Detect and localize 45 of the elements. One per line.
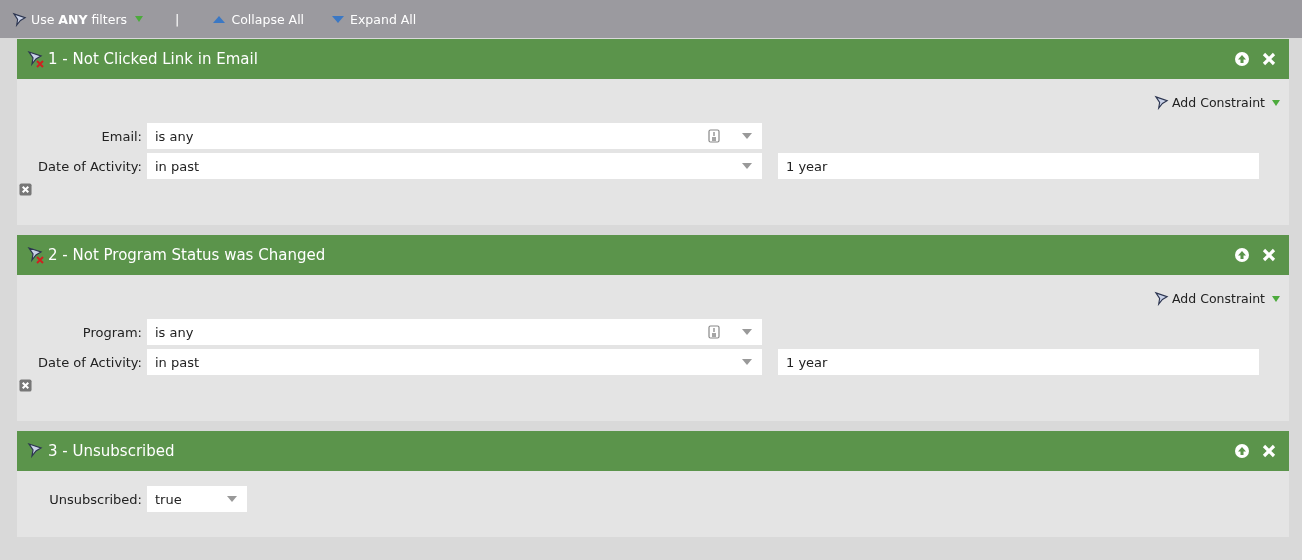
add-constraint-menu[interactable]: Add Constraint	[1154, 95, 1280, 110]
funnel-icon	[12, 11, 27, 27]
value-field[interactable]: 1 year	[778, 153, 1259, 179]
caret-icon	[742, 133, 752, 139]
value-field[interactable]: 1 year	[778, 349, 1259, 375]
picker-icon[interactable]	[708, 325, 720, 339]
select-value: is any	[155, 324, 195, 340]
caret-icon	[742, 359, 752, 365]
funnel-icon	[1154, 95, 1169, 110]
select-value: true	[155, 491, 183, 507]
remove-icon[interactable]	[19, 379, 32, 392]
field-label: Date of Activity:	[37, 354, 143, 370]
filter-title: 2 - Not Program Status was Changed	[48, 246, 326, 264]
close-icon[interactable]	[1261, 51, 1277, 67]
close-icon[interactable]	[1261, 443, 1277, 459]
field-label: Email:	[100, 128, 143, 144]
move-up-icon[interactable]	[1234, 443, 1250, 459]
picker-icon[interactable]	[708, 129, 720, 143]
select-value: is any	[155, 128, 195, 144]
select-field[interactable]: is any	[147, 319, 762, 345]
filter-title: 1 - Not Clicked Link in Email	[48, 50, 258, 68]
field-label: Program:	[81, 324, 143, 340]
dropdown-icon	[1272, 295, 1280, 302]
dropdown-icon	[1272, 99, 1280, 106]
remove-icon[interactable]	[19, 183, 32, 196]
separator: |	[175, 11, 180, 27]
select-value: in past	[155, 158, 201, 174]
expand-icon	[332, 15, 345, 23]
select-field[interactable]: is any	[147, 123, 762, 149]
select-field[interactable]: in past	[147, 153, 762, 179]
select-value: in past	[155, 354, 201, 370]
select-field[interactable]: in past	[147, 349, 762, 375]
caret-icon	[742, 163, 752, 169]
select-field[interactable]: true	[147, 486, 247, 512]
funnel-icon	[1154, 291, 1169, 306]
field-label: Date of Activity:	[37, 158, 143, 174]
caret-icon	[742, 329, 752, 335]
caret-icon	[227, 496, 237, 502]
filter-title: 3 - Unsubscribed	[48, 442, 175, 460]
move-up-icon[interactable]	[1234, 247, 1250, 263]
add-constraint-menu[interactable]: Add Constraint	[1154, 291, 1280, 306]
close-icon[interactable]	[1261, 247, 1277, 263]
move-up-icon[interactable]	[1234, 51, 1250, 67]
collapse-icon	[213, 15, 226, 23]
field-label: Unsubscribed:	[48, 491, 143, 507]
